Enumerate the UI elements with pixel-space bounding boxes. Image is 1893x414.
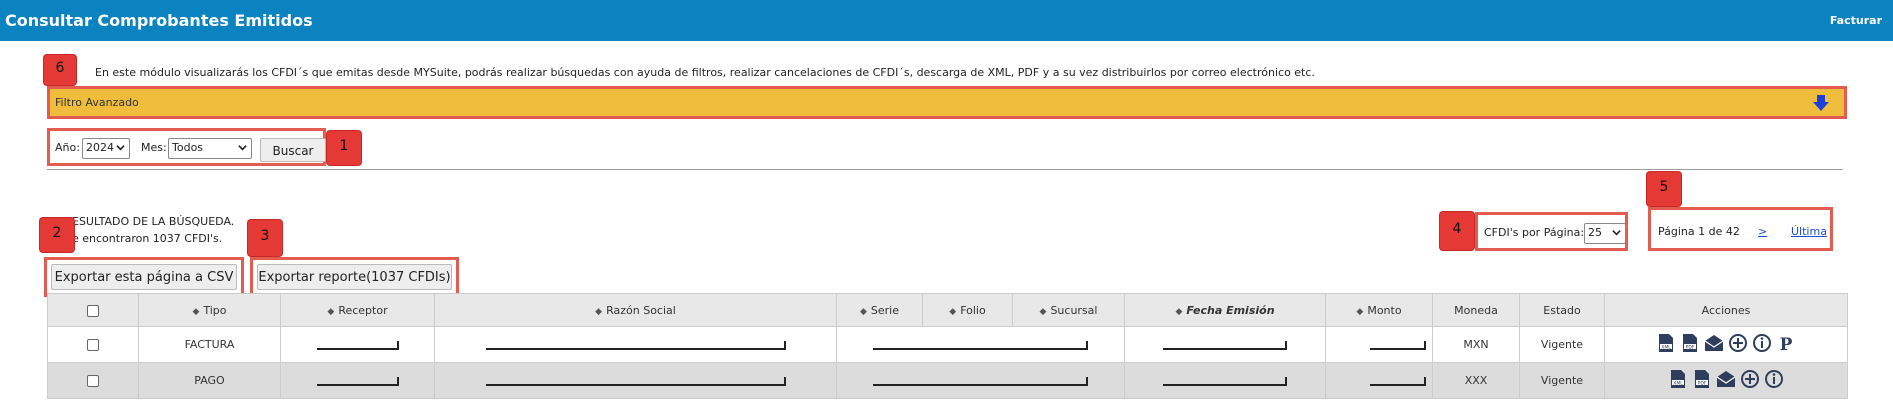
page-title: Consultar Comprobantes Emitidos [5,11,313,30]
pdf-icon[interactable]: PDF [1680,333,1700,353]
sort-icon: ◆ [949,306,957,317]
cell-estado: Vigente [1519,326,1605,363]
info-icon[interactable] [1752,333,1772,353]
redacted-serie-folio-sucursal [873,340,1088,350]
cell-tipo: FACTURA [138,326,281,363]
callout-1: 1 [327,131,361,165]
svg-text:P: P [1780,335,1793,353]
svg-text:XML: XML [1673,381,1683,387]
down-arrow-icon[interactable] [1812,94,1830,112]
sort-icon: ◆ [859,306,867,317]
export-report-button[interactable]: Exportar reporte(1037 CFDIs) [257,264,452,290]
page-indicator: Página 1 de 42 [1658,225,1740,238]
per-page-select[interactable]: 25 [1584,223,1626,244]
svg-text:PDF: PDF [1698,381,1707,387]
redacted-serie-folio-sucursal [873,376,1088,386]
pdf-icon[interactable]: PDF [1692,369,1712,389]
info-icon[interactable] [1764,369,1784,389]
col-acciones: Acciones [1604,293,1848,327]
redacted-receptor [316,376,399,386]
sort-icon: ◆ [327,306,335,317]
chevron-down-icon [1612,230,1621,236]
redacted-razon-social [485,376,786,386]
callout-6: 6 [44,55,76,85]
table-header-row: ◆ Tipo ◆ Receptor ◆ Razón Social ◆ Serie ◆ Fo… [47,293,1848,327]
per-page-label: CFDI's por Página: [1484,226,1585,239]
col-serie[interactable]: ◆ Serie [836,293,923,327]
export-report-group: Exportar reporte(1037 CFDIs) [250,257,459,297]
search-button[interactable]: Buscar [260,138,326,162]
sort-icon: ◆ [1356,306,1364,317]
cell-moneda: XXX [1432,362,1520,399]
per-page-group: CFDI's por Página: 25 [1475,212,1628,251]
col-sucursal[interactable]: ◆ Sucursal [1012,293,1125,327]
year-select[interactable]: 2024 [82,138,130,159]
mail-icon[interactable] [1716,369,1736,389]
callout-5: 5 [1647,172,1681,206]
cell-moneda: MXN [1432,326,1520,363]
sort-icon: ◆ [1175,306,1183,317]
redacted-receptor [316,340,399,350]
col-tipo[interactable]: ◆ Tipo [138,293,281,327]
module-description: En este módulo visualizarás los CFDI´s q… [95,66,1315,79]
month-label: Mes: [141,141,167,154]
year-label: Año: [55,141,80,154]
results-count: e encontraron 1037 CFDI's. [72,232,223,245]
advanced-filter-bar[interactable]: Filtro Avanzado [47,86,1847,119]
redacted-monto [1370,376,1426,386]
redacted-monto [1370,340,1426,350]
redacted-fecha [1163,340,1287,350]
redacted-fecha [1163,376,1287,386]
chevron-down-icon [238,145,247,151]
table-row: FACTURA MXN Vigente XML PDF P [47,326,1848,363]
plus-icon[interactable] [1728,333,1748,353]
divider [47,169,1843,170]
cell-estado: Vigente [1519,362,1605,399]
month-select[interactable]: Todos [168,138,252,159]
mail-icon[interactable] [1704,333,1724,353]
row-checkbox[interactable] [87,339,99,351]
search-filter-group: Año: 2024 Mes: Todos Buscar [47,128,326,166]
col-fecha-emision[interactable]: ◆ Fecha Emisión [1124,293,1326,327]
col-receptor[interactable]: ◆ Receptor [280,293,435,327]
facturar-link[interactable]: Facturar [1830,14,1882,27]
cfdi-table: ◆ Tipo ◆ Receptor ◆ Razón Social ◆ Serie ◆ Fo… [47,293,1848,399]
col-monto[interactable]: ◆ Monto [1325,293,1433,327]
advanced-filter-label: Filtro Avanzado [55,96,139,109]
sort-icon: ◆ [595,306,603,317]
col-estado: Estado [1519,293,1605,327]
plus-icon[interactable] [1740,369,1760,389]
svg-text:XML: XML [1661,345,1671,351]
svg-text:PDF: PDF [1686,345,1695,351]
sort-icon: ◆ [1039,306,1047,317]
chevron-down-icon [116,145,125,151]
p-icon[interactable]: P [1776,333,1796,353]
row-checkbox[interactable] [87,375,99,387]
select-all-checkbox[interactable] [87,304,99,317]
col-moneda: Moneda [1432,293,1520,327]
pagination: Página 1 de 42 > Última [1648,207,1833,251]
last-page-link[interactable]: Última [1791,225,1827,238]
cell-tipo: PAGO [138,362,281,399]
redacted-razon-social [485,340,786,350]
export-csv-group: Exportar esta página a CSV [44,257,244,297]
xml-icon[interactable]: XML [1668,369,1688,389]
callout-4: 4 [1440,212,1474,250]
next-page-link[interactable]: > [1758,225,1767,238]
results-title: ESULTADO DE LA BÚSQUEDA. [72,215,235,228]
col-razon-social[interactable]: ◆ Razón Social [434,293,837,327]
col-folio[interactable]: ◆ Folio [922,293,1013,327]
top-bar: Consultar Comprobantes Emitidos Facturar [0,0,1893,41]
table-row: PAGO XXX Vigente XML PDF [47,362,1848,399]
xml-icon[interactable]: XML [1656,333,1676,353]
sort-icon: ◆ [192,306,200,317]
callout-2: 2 [40,218,74,252]
export-csv-button[interactable]: Exportar esta página a CSV [51,264,237,290]
callout-3: 3 [248,220,282,256]
select-all-header[interactable] [47,293,139,327]
